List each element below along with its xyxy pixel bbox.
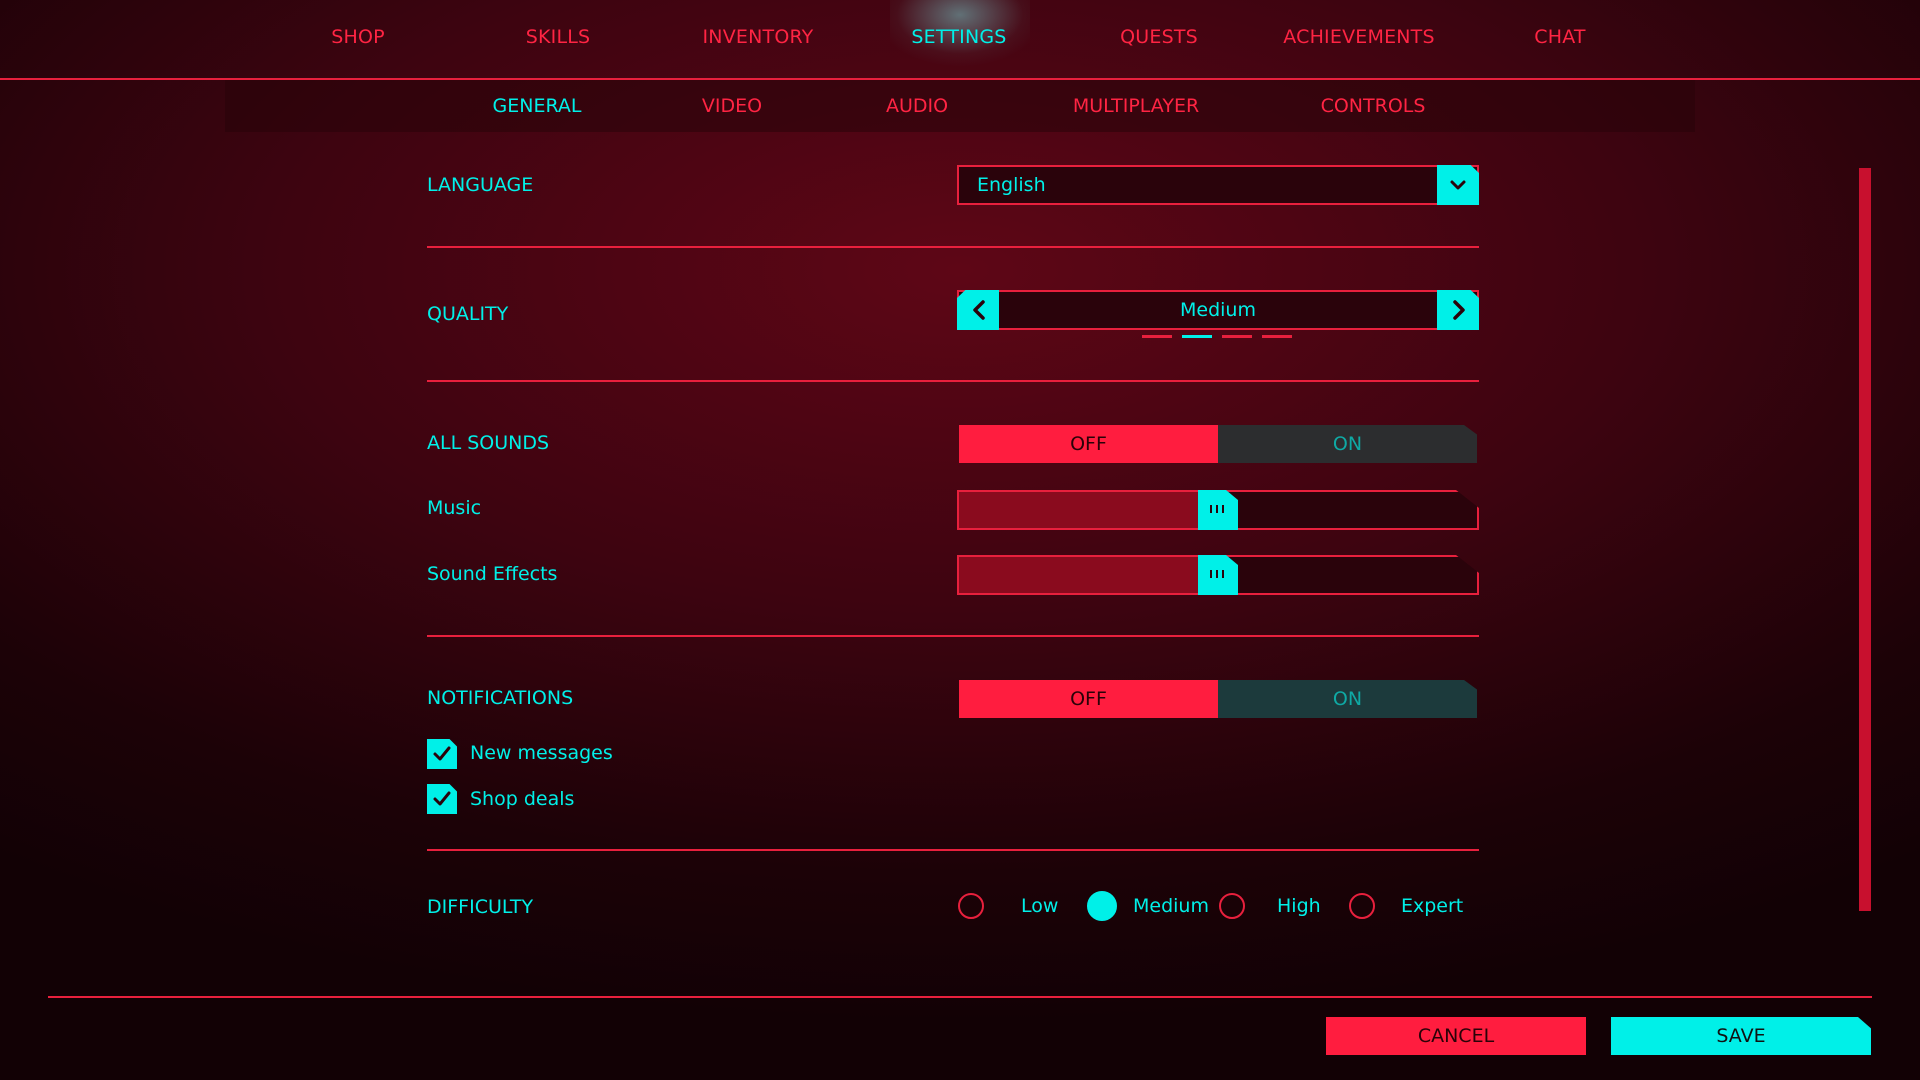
subtab-audio[interactable]: AUDIO [886,80,948,132]
slider-thumb[interactable] [1198,490,1238,530]
grip-icon [1210,505,1226,513]
new-messages-label[interactable]: New messages [470,742,613,764]
all-sounds-label: ALL SOUNDS [427,432,550,454]
notifications-label: NOTIFICATIONS [427,687,574,709]
notifications-toggle[interactable]: OFF ON [959,680,1477,718]
quality-label: QUALITY [427,303,509,325]
subtab-general[interactable]: GENERAL [493,80,582,132]
scrollbar[interactable] [1859,168,1871,911]
tab-quests[interactable]: QUESTS [1120,0,1198,78]
language-dropdown[interactable]: English [957,165,1479,205]
quality-next-button[interactable] [1437,290,1479,330]
difficulty-option-medium[interactable]: Medium [1133,893,1209,919]
divider [427,849,1479,851]
tab-chat[interactable]: CHAT [1534,0,1585,78]
dropdown-button[interactable] [1437,165,1479,205]
subtab-video[interactable]: VIDEO [702,80,762,132]
language-value: English [977,174,1046,196]
quality-level-dot [1262,335,1292,338]
all-sounds-toggle[interactable]: OFF ON [959,425,1477,463]
toggle-off-option[interactable]: OFF [959,425,1218,463]
toggle-off-option[interactable]: OFF [959,680,1218,718]
divider [427,635,1479,637]
shop-deals-checkbox[interactable] [427,784,457,814]
quality-value: Medium [1180,299,1256,321]
difficulty-radio-medium[interactable] [1087,891,1117,921]
slider-fill [959,557,1200,593]
shop-deals-label[interactable]: Shop deals [470,788,574,810]
checkmark-icon [433,746,451,761]
sub-nav: GENERAL VIDEO AUDIO MULTIPLAYER CONTROLS [225,80,1695,132]
quality-level-dot [1142,335,1172,338]
subtab-controls[interactable]: CONTROLS [1321,80,1426,132]
save-button[interactable]: SAVE [1611,1017,1871,1055]
tab-achievements[interactable]: ACHIEVEMENTS [1283,0,1435,78]
top-nav: SHOP SKILLS INVENTORY SETTINGS QUESTS AC… [0,0,1920,80]
difficulty-option-high[interactable]: High [1277,893,1321,919]
new-messages-checkbox[interactable] [427,739,457,769]
sound-effects-label: Sound Effects [427,563,558,585]
quality-level-dot [1222,335,1252,338]
difficulty-option-expert[interactable]: Expert [1401,893,1463,919]
divider [427,246,1479,248]
difficulty-label: DIFFICULTY [427,896,534,918]
tab-shop[interactable]: SHOP [331,0,385,78]
toggle-on-option[interactable]: ON [1218,425,1477,463]
checkmark-icon [433,791,451,806]
difficulty-option-low[interactable]: Low [1021,893,1058,919]
cancel-button[interactable]: CANCEL [1326,1017,1586,1055]
subtab-multiplayer[interactable]: MULTIPLAYER [1073,80,1199,132]
divider [427,380,1479,382]
grip-icon [1210,570,1226,578]
chevron-down-icon [1450,180,1466,190]
language-label: LANGUAGE [427,174,534,196]
quality-level-dot [1182,335,1212,338]
difficulty-radio-expert[interactable] [1349,893,1375,919]
toggle-on-option[interactable]: ON [1218,680,1477,718]
music-label: Music [427,497,482,519]
chevron-right-icon [1453,300,1465,320]
slider-fill [959,492,1200,528]
tab-inventory[interactable]: INVENTORY [703,0,814,78]
footer-divider [48,996,1872,998]
quality-selector: Medium [957,290,1479,330]
tab-settings[interactable]: SETTINGS [911,0,1006,78]
difficulty-radio-low[interactable] [958,893,984,919]
difficulty-radio-high[interactable] [1219,893,1245,919]
tab-skills[interactable]: SKILLS [526,0,591,78]
slider-thumb[interactable] [1198,555,1238,595]
